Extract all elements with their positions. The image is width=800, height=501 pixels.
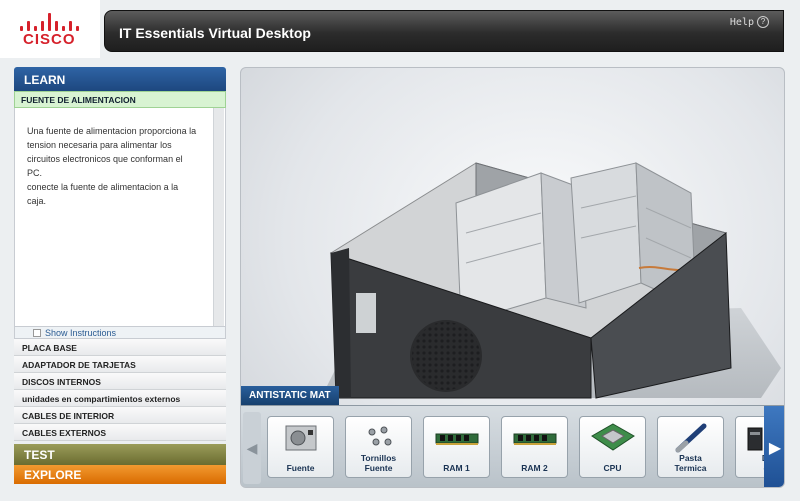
part-label: Tornillos Fuente xyxy=(346,453,411,473)
menu-item-placa-base[interactable]: PLACA BASE xyxy=(14,339,226,356)
explore-header[interactable]: EXPLORE xyxy=(14,465,226,484)
menu-item-adaptador-tarjetas[interactable]: ADAPTADOR DE TARJETAS xyxy=(14,356,226,373)
cisco-logo: CISCO xyxy=(0,0,100,58)
help-icon: ? xyxy=(757,16,769,28)
part-label-line1: Fuente xyxy=(286,463,315,473)
instructions-scrollbar[interactable] xyxy=(213,108,224,326)
part-ram-2[interactable]: RAM 2 xyxy=(501,416,568,478)
cisco-logo-bars xyxy=(20,13,82,31)
test-header[interactable]: TEST xyxy=(14,444,226,465)
part-label-line1: RAM 2 xyxy=(521,463,548,473)
title-bar: IT Essentials Virtual Desktop Help ? xyxy=(104,10,784,52)
part-label: Pasta Termica xyxy=(658,453,723,473)
show-instructions-checkbox[interactable] xyxy=(33,328,41,337)
cpu-icon xyxy=(591,423,635,451)
parts-tray: ◀ Fuente Tornillos Fuente RAM 1 RAM 2 CP… xyxy=(241,405,784,487)
tray-scroll-right-arrow-icon[interactable]: ▶ xyxy=(764,406,784,487)
screws-icon xyxy=(368,426,392,446)
help-label: Help xyxy=(729,16,754,28)
part-label-line1: CPU xyxy=(603,463,622,473)
parts-list: Fuente Tornillos Fuente RAM 1 RAM 2 CPU … xyxy=(267,416,784,478)
ram-icon xyxy=(513,433,557,445)
part-label: RAM 2 xyxy=(502,463,567,473)
part-tornillos-fuente[interactable]: Tornillos Fuente xyxy=(345,416,412,478)
viewport-3d[interactable]: ANTISTATIC MAT ◀ Fuente Tornillos Fuente… xyxy=(240,67,785,488)
show-instructions-label: Show Instructions xyxy=(45,327,117,338)
app-title: IT Essentials Virtual Desktop xyxy=(119,25,311,41)
tray-label: ANTISTATIC MAT xyxy=(241,386,339,406)
ram-icon xyxy=(435,433,479,445)
instruction-paragraph-2: conecte la fuente de alimentacion a la c… xyxy=(27,182,179,206)
section-title: FUENTE DE ALIMENTACION xyxy=(14,91,226,108)
power-supply-icon xyxy=(285,425,317,451)
tray-scroll-left-arrow-icon[interactable]: ◀ xyxy=(243,412,261,484)
left-panel: LEARN FUENTE DE ALIMENTACION Una fuente … xyxy=(14,67,226,487)
part-label-line1: Pasta xyxy=(679,453,702,463)
menu-item-discos-internos[interactable]: DISCOS INTERNOS xyxy=(14,373,226,390)
menu-item-cables-interior[interactable]: CABLES DE INTERIOR xyxy=(14,407,226,424)
instructions-panel: Una fuente de alimentacion proporciona l… xyxy=(14,108,226,326)
show-instructions-toggle[interactable]: Show Instructions xyxy=(14,326,226,339)
learn-header[interactable]: LEARN xyxy=(14,67,226,91)
part-ram-1[interactable]: RAM 1 xyxy=(423,416,490,478)
help-button[interactable]: Help ? xyxy=(730,16,769,28)
part-label-line2: Termica xyxy=(674,463,707,473)
menu-item-unidades-externos[interactable]: unidades en compartimientos externos xyxy=(14,390,226,407)
part-label-line2: Fuente xyxy=(364,463,393,473)
cisco-logo-text: CISCO xyxy=(23,31,76,48)
instruction-paragraph-1: Una fuente de alimentacion proporciona l… xyxy=(27,126,197,178)
instructions-text: Una fuente de alimentacion proporciona l… xyxy=(15,108,211,208)
thermal-paste-icon xyxy=(675,423,707,453)
part-label-line1: RAM 1 xyxy=(443,463,470,473)
part-label: RAM 1 xyxy=(424,463,489,473)
part-fuente[interactable]: Fuente xyxy=(267,416,334,478)
part-label: Fuente xyxy=(268,463,333,473)
menu-item-cables-externos[interactable]: CABLES EXTERNOS xyxy=(14,424,226,441)
part-label-line1: Tornillos xyxy=(360,453,397,463)
part-pasta-termica[interactable]: Pasta Termica xyxy=(657,416,724,478)
part-label: CPU xyxy=(580,463,645,473)
part-cpu[interactable]: CPU xyxy=(579,416,646,478)
